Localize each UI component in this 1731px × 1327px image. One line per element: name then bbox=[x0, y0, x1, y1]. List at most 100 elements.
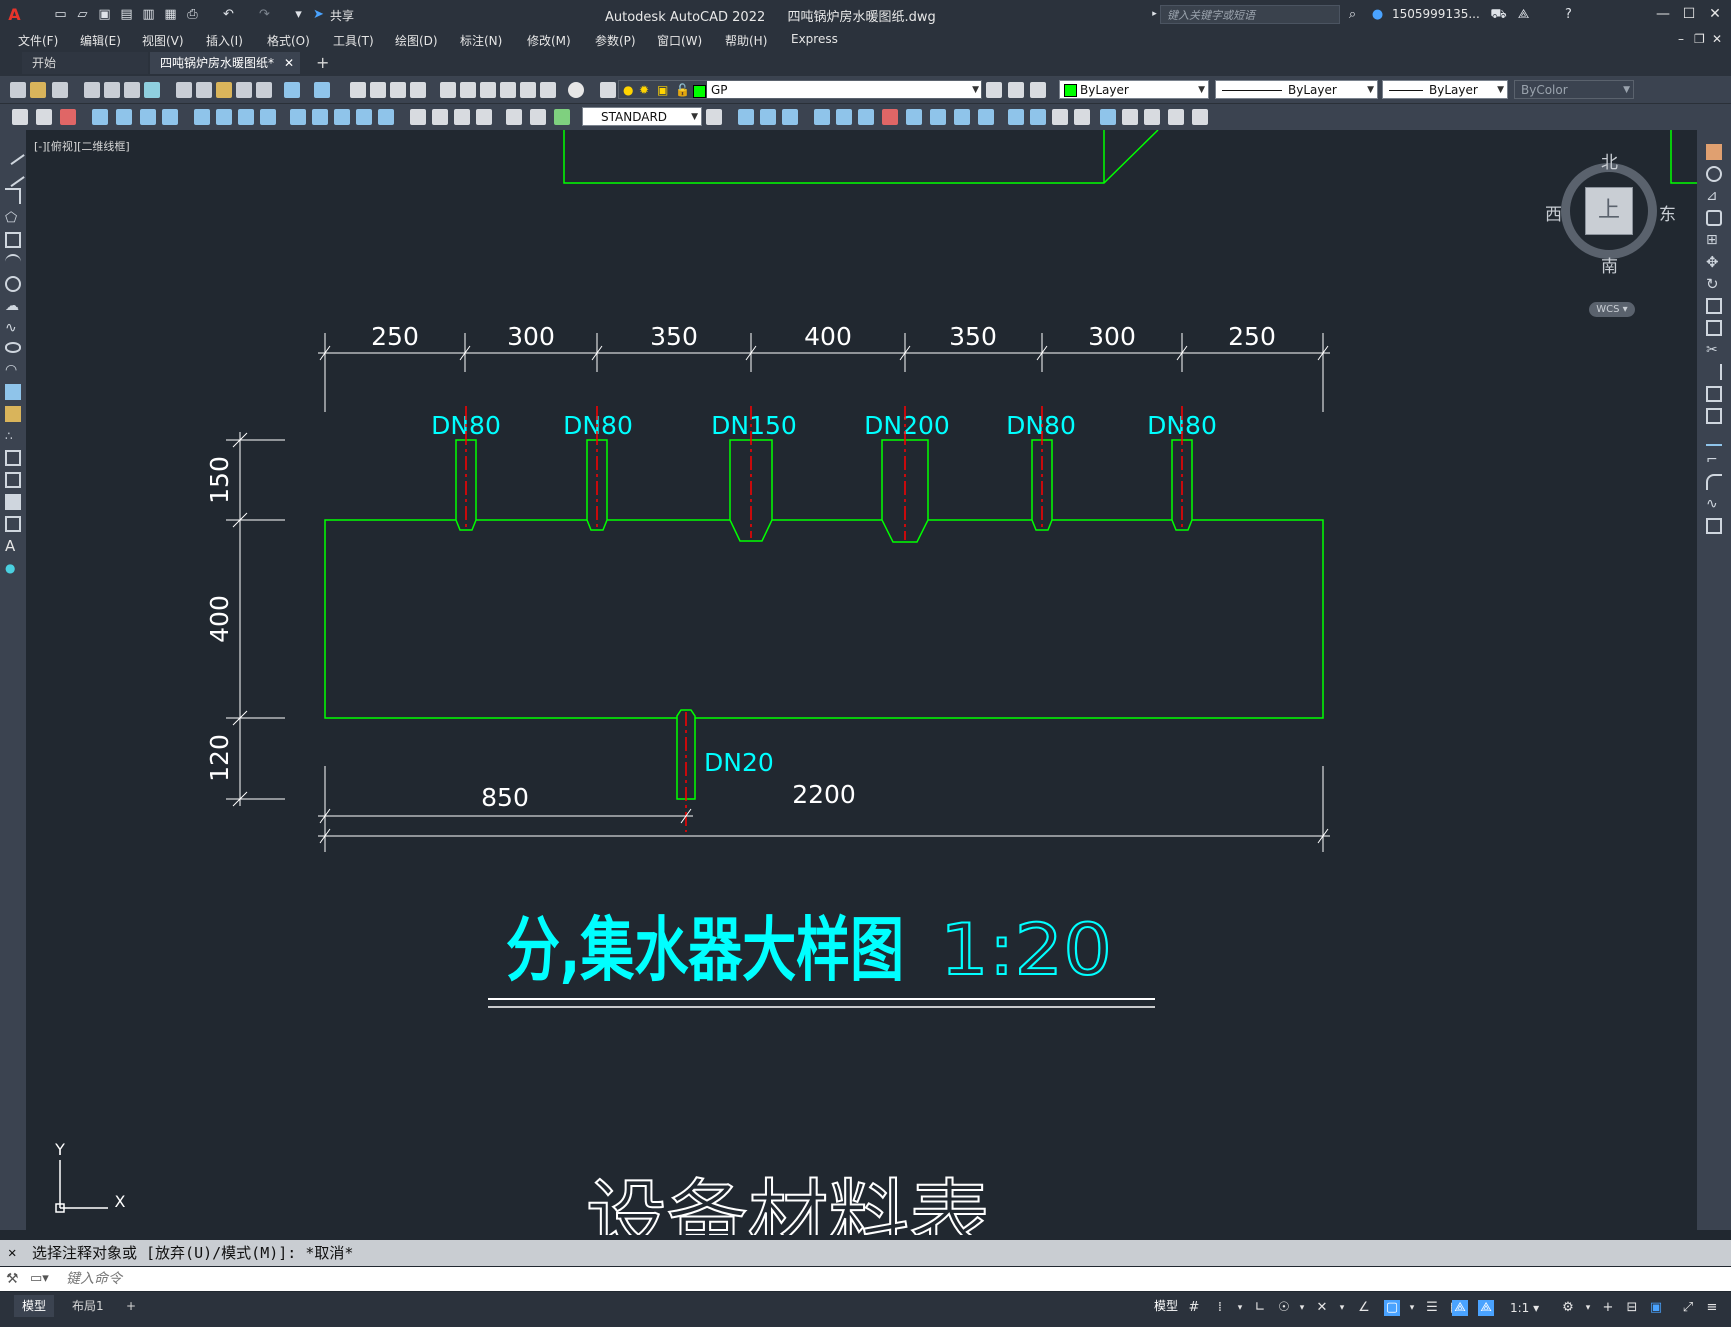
command-input[interactable]: 键入命令 bbox=[66, 1267, 122, 1291]
scale-icon[interactable] bbox=[1706, 298, 1722, 314]
layer-properties-icon[interactable] bbox=[600, 82, 616, 98]
gradient-icon[interactable] bbox=[5, 472, 21, 488]
layer-dropdown[interactable]: ● ✹ ▣ 🔓 GP ▼ bbox=[618, 80, 982, 99]
radius-dim-icon[interactable] bbox=[194, 109, 210, 125]
blend-icon[interactable]: ∿ bbox=[1706, 496, 1722, 512]
annotate-scale-icon[interactable] bbox=[60, 109, 76, 125]
snap-dropdown-icon[interactable]: ▾ bbox=[1232, 1300, 1248, 1316]
paste-icon[interactable] bbox=[216, 82, 232, 98]
tool-palettes-icon[interactable] bbox=[480, 82, 496, 98]
offset-icon[interactable] bbox=[1706, 210, 1722, 226]
continue-dim-icon[interactable] bbox=[334, 109, 350, 125]
markup-icon[interactable] bbox=[520, 82, 536, 98]
mirror-icon[interactable]: ⊿ bbox=[1706, 188, 1722, 204]
open-web-icon[interactable]: ▥ bbox=[140, 6, 157, 23]
tab-close-icon[interactable]: ✕ bbox=[284, 52, 294, 74]
menu-express[interactable]: Express bbox=[791, 32, 838, 46]
annotation-visibility-icon[interactable]: ⟁ bbox=[1452, 1300, 1468, 1316]
diameter-dim-icon[interactable] bbox=[238, 109, 254, 125]
annotate-icon[interactable] bbox=[12, 109, 28, 125]
plotstyle-dropdown[interactable]: ByColor ▼ bbox=[1514, 80, 1634, 99]
block-editor-icon[interactable] bbox=[256, 82, 272, 98]
extend-icon[interactable] bbox=[1706, 364, 1722, 380]
inspect-icon[interactable] bbox=[454, 109, 470, 125]
ordinate-dim-icon[interactable] bbox=[162, 109, 178, 125]
customize-icon[interactable]: ⚒ bbox=[6, 1267, 19, 1291]
dropdown-icon[interactable]: ▾ bbox=[290, 6, 307, 23]
polar-dropdown-icon[interactable]: ▾ bbox=[1294, 1300, 1310, 1316]
minimize-button[interactable]: — bbox=[1651, 4, 1675, 24]
publish-icon[interactable] bbox=[124, 82, 140, 98]
units-icon[interactable]: ⊟ bbox=[1624, 1300, 1640, 1316]
copy-icon[interactable] bbox=[196, 82, 212, 98]
insert-block-icon[interactable] bbox=[5, 384, 21, 400]
fillet-icon[interactable] bbox=[1706, 474, 1722, 490]
annotate-style-icon[interactable] bbox=[36, 109, 52, 125]
color-dropdown[interactable]: ByLayer ▼ bbox=[1059, 80, 1209, 99]
mtext-icon[interactable]: A bbox=[5, 538, 21, 554]
preview-icon[interactable] bbox=[104, 82, 120, 98]
dim-space-icon[interactable] bbox=[356, 109, 372, 125]
open-icon[interactable] bbox=[30, 82, 46, 98]
linetype-dropdown[interactable]: ByLayer ▼ bbox=[1215, 80, 1378, 99]
hatch-icon[interactable] bbox=[5, 450, 21, 466]
sheet-set-icon[interactable] bbox=[500, 82, 516, 98]
undo-icon[interactable] bbox=[284, 82, 300, 98]
aligned-dim-icon[interactable] bbox=[116, 109, 132, 125]
command-line[interactable]: ⚒ ▭▾ 键入命令 bbox=[0, 1267, 1731, 1291]
grid-icon[interactable]: # bbox=[1186, 1300, 1202, 1316]
region-icon[interactable] bbox=[5, 494, 21, 510]
osnap-icon[interactable]: ▢ bbox=[1384, 1300, 1400, 1316]
intersect-icon[interactable] bbox=[1074, 109, 1090, 125]
clean-screen-icon[interactable]: ⤢ bbox=[1680, 1300, 1696, 1316]
trim-icon[interactable]: ✂ bbox=[1706, 342, 1722, 358]
workspace-icon[interactable]: ⚙ bbox=[1560, 1300, 1576, 1316]
subtract-icon[interactable] bbox=[1052, 109, 1068, 125]
command-close-icon[interactable]: ✕ bbox=[8, 1240, 16, 1266]
layer-vp-freeze-icon[interactable]: ▣ bbox=[657, 81, 668, 98]
layer-previous-icon[interactable] bbox=[1008, 82, 1024, 98]
auto-scale-icon[interactable]: ⟁ bbox=[1478, 1300, 1494, 1316]
quick-properties-icon[interactable]: ▣ bbox=[1648, 1300, 1664, 1316]
customize-status-icon[interactable]: ≡ bbox=[1704, 1300, 1720, 1316]
menu-insert[interactable]: 插入(I) bbox=[206, 32, 243, 49]
search-input[interactable]: 键入关键字或短语 bbox=[1160, 5, 1340, 24]
iso-dropdown-icon[interactable]: ▾ bbox=[1334, 1300, 1350, 1316]
maximize-button[interactable]: ☐ bbox=[1677, 4, 1701, 24]
ellipse-icon[interactable] bbox=[5, 342, 21, 353]
layer-on-icon[interactable]: ● bbox=[623, 81, 633, 98]
dim-text-edit-icon[interactable] bbox=[530, 109, 546, 125]
spline-icon[interactable]: ∿ bbox=[5, 320, 21, 336]
cart-icon[interactable]: ⛟ bbox=[1490, 6, 1507, 23]
move-icon[interactable]: ✥ bbox=[1706, 254, 1722, 270]
help-icon[interactable]: ? bbox=[1560, 6, 1577, 23]
dim-edit-icon[interactable] bbox=[506, 109, 522, 125]
add-layout-button[interactable]: + bbox=[118, 1295, 144, 1317]
array-icon[interactable] bbox=[954, 109, 970, 125]
draworder-above-icon[interactable] bbox=[782, 109, 798, 125]
stretch-icon[interactable] bbox=[1706, 320, 1722, 336]
snap-icon[interactable]: ⁞ bbox=[1212, 1300, 1228, 1316]
menu-help[interactable]: 帮助(H) bbox=[725, 32, 767, 49]
compass-east[interactable]: 东 bbox=[1659, 200, 1676, 225]
menu-parametric[interactable]: 参数(P) bbox=[595, 32, 636, 49]
redo-icon[interactable]: ↷ bbox=[256, 6, 273, 23]
zoom-window-icon[interactable] bbox=[390, 82, 406, 98]
stretch-icon[interactable] bbox=[858, 109, 874, 125]
union-icon[interactable] bbox=[1030, 109, 1046, 125]
drawing-area[interactable]: [-][俯视][二维线框] 250 300 350 400 350 300 25… bbox=[26, 130, 1697, 1235]
copy-icon[interactable] bbox=[1706, 166, 1722, 182]
qnew-icon[interactable] bbox=[10, 82, 26, 98]
lineweight-icon[interactable]: ☰ bbox=[1424, 1300, 1440, 1316]
new-tab-button[interactable]: + bbox=[306, 52, 339, 74]
explode-icon[interactable] bbox=[1706, 518, 1722, 534]
search-icon[interactable]: ⌕ bbox=[1344, 6, 1361, 23]
help-icon[interactable] bbox=[568, 82, 584, 98]
open-icon[interactable]: ▱ bbox=[74, 6, 91, 23]
move-icon[interactable] bbox=[814, 109, 830, 125]
saveas-icon[interactable]: ▤ bbox=[118, 6, 135, 23]
menu-modify[interactable]: 修改(M) bbox=[527, 32, 571, 49]
menu-window[interactable]: 窗口(W) bbox=[657, 32, 702, 49]
revcloud-icon[interactable]: ☁ bbox=[5, 298, 21, 314]
quick-dim-icon[interactable] bbox=[290, 109, 306, 125]
